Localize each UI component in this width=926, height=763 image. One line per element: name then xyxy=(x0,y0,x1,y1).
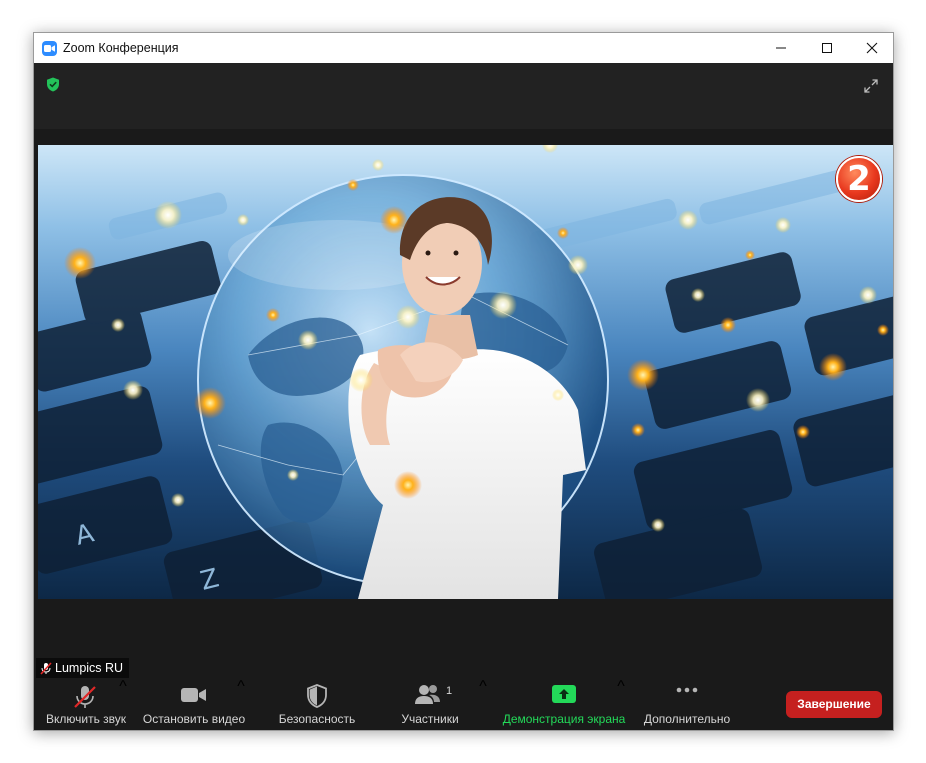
security-shield-icon xyxy=(307,684,327,708)
maximize-icon xyxy=(822,43,832,53)
participants-button[interactable]: 1 Участники xyxy=(384,678,476,730)
participants-count: 1 xyxy=(446,685,453,697)
close-button[interactable] xyxy=(849,33,893,63)
participant-number-badge: 2 xyxy=(836,156,882,202)
end-meeting-button[interactable]: Завершение xyxy=(786,691,882,718)
maximize-button[interactable] xyxy=(804,33,850,63)
participants-label: Участники xyxy=(401,712,459,726)
stop-video-label: Остановить видео xyxy=(142,712,246,726)
title-bar: Zoom Конференция xyxy=(34,33,893,63)
security-label: Безопасность xyxy=(278,712,356,726)
more-label: Дополнительно xyxy=(643,712,731,726)
zoom-app-icon xyxy=(42,41,57,56)
minimize-icon xyxy=(776,47,786,49)
close-icon xyxy=(866,42,878,54)
participant-name-tag: Lumpics RU xyxy=(36,658,130,678)
meeting-top-bar xyxy=(34,63,893,129)
share-screen-button[interactable]: Демонстрация экрана xyxy=(498,678,630,730)
meeting-toolbar: Включить звук ^ Остановить видео ^ Безоп… xyxy=(34,678,893,730)
zoom-window: Zoom Конференция A Z 2 Lumpics RU Включи… xyxy=(33,32,894,731)
window-title: Zoom Конференция xyxy=(63,41,179,55)
more-button[interactable]: Дополнительно xyxy=(638,678,736,730)
participants-options-chevron-up-icon[interactable]: ^ xyxy=(478,678,488,730)
security-button[interactable]: Безопасность xyxy=(272,678,362,730)
video-camera-icon xyxy=(181,688,206,702)
participants-icon xyxy=(415,685,440,704)
stop-video-button[interactable]: Остановить видео xyxy=(140,678,248,730)
participant-name: Lumpics RU xyxy=(55,661,124,675)
more-dots-icon xyxy=(676,687,698,693)
shield-check-icon[interactable] xyxy=(46,77,60,92)
mic-muted-icon xyxy=(74,686,96,708)
fullscreen-icon[interactable] xyxy=(864,79,878,93)
video-options-chevron-up-icon[interactable]: ^ xyxy=(236,678,246,730)
video-scene: A Z xyxy=(38,145,893,599)
minimize-button[interactable] xyxy=(758,33,804,63)
share-screen-icon xyxy=(552,685,576,703)
video-feed: A Z 2 xyxy=(38,145,893,599)
unmute-label: Включить звук xyxy=(45,712,127,726)
share-options-chevron-up-icon[interactable]: ^ xyxy=(616,678,626,730)
audio-options-chevron-up-icon[interactable]: ^ xyxy=(118,678,128,730)
share-screen-label: Демонстрация экрана xyxy=(502,712,626,726)
mic-muted-small-icon xyxy=(40,662,52,675)
unmute-button[interactable]: Включить звук xyxy=(42,678,130,730)
